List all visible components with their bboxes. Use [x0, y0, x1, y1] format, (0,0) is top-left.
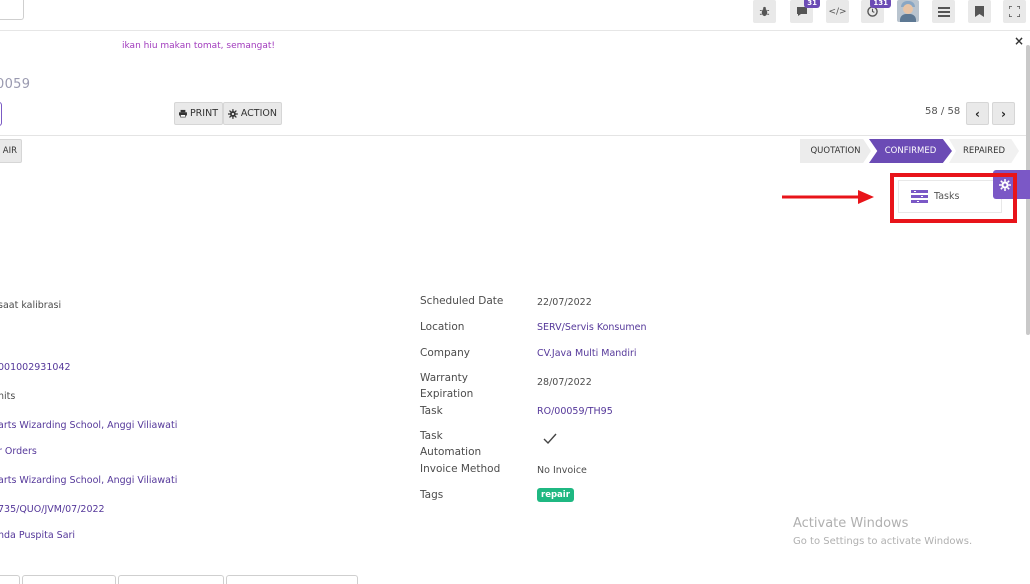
- pager-previous-button[interactable]: ‹: [966, 102, 989, 125]
- notebook-tab[interactable]: [22, 575, 116, 584]
- company-motto: ikan hiu makan tomat, semangat!: [122, 41, 275, 51]
- activity-count-badge: 131: [870, 0, 891, 8]
- annotation-highlight-box: [890, 173, 1017, 223]
- scheduled-date-label: Scheduled Date: [420, 295, 504, 307]
- stage-label: REPAIRED: [962, 146, 1005, 156]
- company-label: Company: [420, 347, 470, 359]
- pager-value[interactable]: 58 / 58: [925, 106, 960, 117]
- annotation-arrow-icon: [782, 190, 874, 204]
- developer-mode-button[interactable]: </>: [826, 0, 849, 23]
- action-label: ACTION: [240, 108, 277, 119]
- company-link[interactable]: CV.Java Multi Mandiri: [537, 348, 637, 359]
- left-field-value: nits: [0, 391, 16, 402]
- edit-button[interactable]: [0, 102, 2, 126]
- gear-icon: [228, 108, 238, 119]
- code-icon: </>: [828, 6, 847, 17]
- tags-label: Tags: [420, 489, 444, 501]
- invoice-method-value: No Invoice: [537, 465, 587, 476]
- chevron-right-icon: ›: [1001, 106, 1006, 121]
- location-label: Location: [420, 321, 465, 333]
- stage-repaired[interactable]: REPAIRED: [949, 139, 1019, 163]
- task-automation-label: Task Automation: [420, 430, 482, 458]
- stage-label: QUOTATION: [810, 146, 861, 156]
- task-label: Task: [420, 405, 443, 417]
- notebook-tab[interactable]: [118, 575, 224, 584]
- left-field-link[interactable]: arts Wizarding School, Anggi Viliawati: [0, 475, 177, 486]
- messages-button[interactable]: 31: [790, 0, 820, 23]
- left-field-link[interactable]: 001002931042: [0, 362, 71, 373]
- activity-button[interactable]: 131: [861, 0, 891, 23]
- warranty-expiration-value: 28/07/2022: [537, 377, 592, 388]
- search-box[interactable]: [0, 0, 24, 20]
- stage-confirmed[interactable]: CONFIRMED: [869, 139, 952, 163]
- left-field-link[interactable]: r Orders: [0, 446, 37, 457]
- fullscreen-icon[interactable]: [1003, 0, 1026, 23]
- warranty-expiration-label: Warranty Expiration: [420, 372, 474, 400]
- repair-label: AIR: [2, 146, 17, 156]
- left-field-value: saat kalibrasi: [0, 300, 62, 311]
- user-avatar[interactable]: [897, 0, 919, 22]
- location-link[interactable]: SERV/Servis Konsumen: [537, 322, 647, 333]
- left-field-link[interactable]: nda Puspita Sari: [0, 530, 75, 541]
- stage-label: CONFIRMED: [884, 146, 937, 156]
- windows-watermark-subtitle: Go to Settings to activate Windows.: [793, 536, 973, 547]
- print-icon: [179, 109, 187, 118]
- repair-button[interactable]: AIR: [0, 139, 22, 163]
- divider: [0, 135, 1026, 136]
- bug-icon[interactable]: [753, 0, 776, 23]
- left-field-link[interactable]: 735/QUO/JVM/07/2022: [0, 504, 105, 515]
- stage-quotation[interactable]: QUOTATION: [800, 139, 871, 163]
- close-icon[interactable]: ×: [1014, 34, 1024, 48]
- messages-count-badge: 31: [804, 0, 820, 8]
- pager-next-button[interactable]: ›: [992, 102, 1015, 125]
- windows-watermark-title: Activate Windows: [793, 516, 909, 531]
- task-link[interactable]: RO/00059/TH95: [537, 406, 613, 417]
- breadcrumb-record-title[interactable]: 0059: [0, 77, 30, 92]
- scheduled-date-value: 22/07/2022: [537, 297, 592, 308]
- print-label: PRINT: [189, 108, 218, 119]
- notebook-tab[interactable]: [0, 575, 20, 584]
- left-field-link[interactable]: arts Wizarding School, Anggi Viliawati: [0, 420, 177, 431]
- tag-badge[interactable]: repair: [537, 488, 574, 502]
- action-button[interactable]: ACTION: [223, 102, 282, 125]
- chevron-left-icon: ‹: [975, 106, 980, 121]
- invoice-method-label: Invoice Method: [420, 463, 501, 475]
- notebook-tab[interactable]: [226, 575, 358, 584]
- bookmark-icon[interactable]: [968, 0, 991, 23]
- print-button[interactable]: PRINT: [174, 102, 223, 125]
- checkmark-icon[interactable]: [543, 433, 557, 445]
- menu-icon[interactable]: [932, 0, 955, 23]
